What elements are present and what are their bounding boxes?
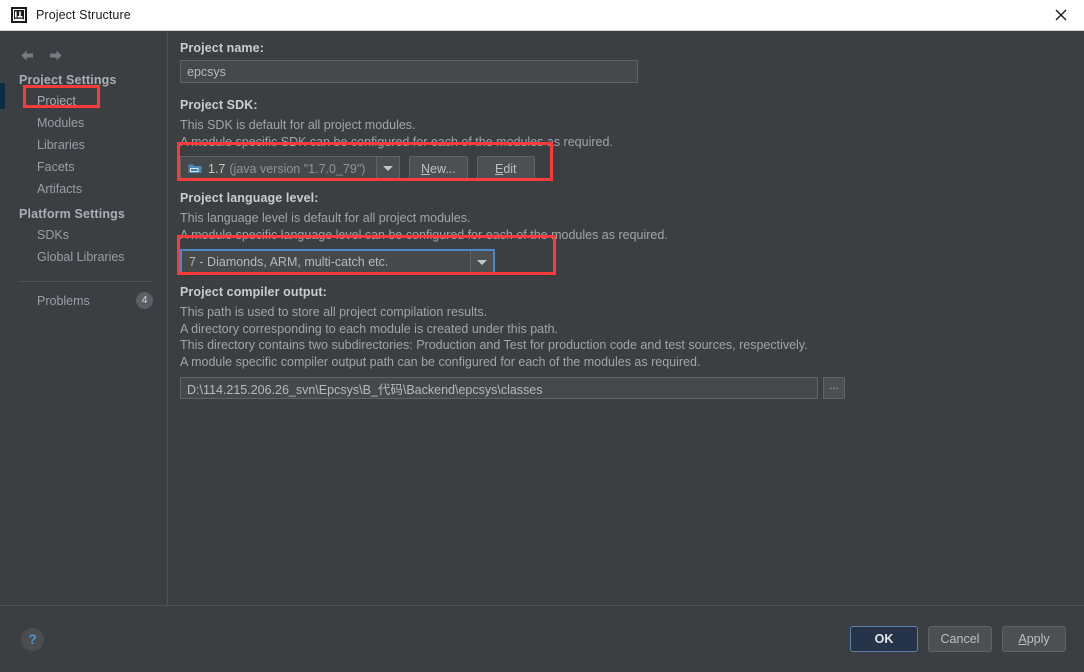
project-compiler-output-description-line-3: This directory contains two subdirectori… — [180, 338, 808, 352]
apply-button-label: pply — [1026, 632, 1050, 646]
title-bar: Project Structure — [0, 0, 1084, 31]
apply-button[interactable]: Apply — [1002, 626, 1066, 652]
sidebar-item-problems-label: Problems — [37, 293, 90, 308]
project-sdk-version: 1.7 — [208, 161, 226, 176]
project-sdk-row: 1.7 (java version "1.7.0_79") New... Edi… — [180, 156, 1084, 181]
sidebar-navigation — [5, 40, 167, 67]
new-sdk-button-mnemonic: N — [421, 161, 431, 176]
arrow-left-icon[interactable] — [19, 48, 36, 63]
sidebar-group-title-platform-settings: Platform Settings — [19, 207, 126, 221]
project-name-label: Project name: — [180, 41, 264, 55]
sidebar-divider — [19, 281, 153, 282]
project-compiler-output-description-line-4: A module specific compiler output path c… — [180, 354, 701, 369]
settings-sidebar: Project Settings Project Modules Librari… — [5, 31, 168, 605]
arrow-right-icon[interactable] — [47, 48, 64, 63]
project-language-level-description-line-1: This language level is default for all p… — [180, 211, 471, 225]
sidebar-item-facets[interactable]: Facets — [5, 157, 167, 179]
sidebar-item-project[interactable]: Project — [5, 91, 167, 113]
new-sdk-button[interactable]: New... — [409, 156, 468, 181]
dialog-footer: ? OK Cancel Apply — [0, 605, 1084, 672]
cancel-button[interactable]: Cancel — [928, 626, 992, 652]
new-sdk-button-label: ew... — [430, 161, 456, 176]
sidebar-item-artifacts[interactable]: Artifacts — [5, 179, 167, 201]
project-sdk-label: Project SDK: — [180, 98, 258, 112]
help-question-icon[interactable]: ? — [21, 627, 44, 651]
edit-sdk-button-mnemonic: E — [494, 161, 504, 176]
ok-button[interactable]: OK — [850, 626, 918, 652]
project-sdk-description-line-1: This SDK is default for all project modu… — [180, 118, 416, 132]
problems-count-badge: 4 — [136, 292, 153, 309]
sidebar-item-sdks[interactable]: SDKs — [5, 225, 167, 247]
project-settings-panel: Project name: epcsys Project SDK: This S… — [168, 31, 1084, 605]
project-name-input[interactable]: epcsys — [180, 60, 638, 83]
sidebar-item-libraries[interactable]: Libraries — [5, 135, 167, 157]
project-compiler-output-description-line-1: This path is used to store all project c… — [180, 305, 488, 319]
edit-sdk-button-label: dit — [503, 161, 517, 176]
window-title: Project Structure — [36, 8, 131, 22]
sidebar-item-modules[interactable]: Modules — [5, 113, 167, 135]
browse-output-path-button[interactable]: ... — [823, 377, 845, 399]
project-language-level-description-line-2: A module specific language level can be … — [180, 227, 668, 242]
sidebar-item-global-libraries[interactable]: Global Libraries — [5, 247, 167, 269]
project-sdk-dropdown[interactable]: 1.7 (java version "1.7.0_79") — [180, 156, 400, 181]
project-compiler-output-description-line-2: A directory corresponding to each module… — [180, 321, 558, 336]
chevron-down-icon[interactable] — [470, 251, 493, 273]
intellij-idea-logo-icon — [11, 7, 27, 23]
close-icon[interactable] — [1038, 0, 1084, 29]
project-language-level-dropdown[interactable]: 7 - Diamonds, ARM, multi-catch etc. — [180, 249, 495, 275]
project-sdk-version-detail: (java version "1.7.0_79") — [229, 161, 366, 176]
sidebar-item-problems[interactable]: Problems 4 — [5, 290, 167, 312]
project-sdk-value: 1.7 (java version "1.7.0_79") — [181, 157, 376, 180]
project-language-level-value: 7 - Diamonds, ARM, multi-catch etc. — [189, 255, 389, 269]
cancel-button-label: Cancel — [940, 632, 980, 646]
edit-sdk-button[interactable]: Edit — [476, 156, 535, 181]
help-button-label: ? — [28, 631, 37, 647]
dialog-body: Project Settings Project Modules Librari… — [0, 31, 1084, 605]
project-name-value: epcsys — [187, 64, 226, 79]
apply-button-mnemonic: A — [1018, 632, 1027, 646]
java-sdk-icon — [188, 164, 202, 173]
project-compiler-output-row: D:\114.215.206.26_svn\Epcsys\B_代码\Backen… — [180, 377, 1084, 399]
project-structure-dialog: Project Structure Project Settings Proje… — [0, 0, 1084, 672]
ellipsis-icon: ... — [829, 379, 839, 392]
project-compiler-output-label: Project compiler output: — [180, 285, 327, 299]
project-sdk-description-line-2: A module specific SDK can be configured … — [180, 134, 613, 149]
sidebar-group-title-project-settings: Project Settings — [19, 73, 117, 87]
project-language-level-label: Project language level: — [180, 191, 319, 205]
chevron-down-icon[interactable] — [376, 157, 399, 180]
project-compiler-output-value: D:\114.215.206.26_svn\Epcsys\B_代码\Backen… — [187, 382, 543, 397]
project-compiler-output-input[interactable]: D:\114.215.206.26_svn\Epcsys\B_代码\Backen… — [180, 377, 818, 399]
ok-button-label: OK — [874, 632, 894, 646]
